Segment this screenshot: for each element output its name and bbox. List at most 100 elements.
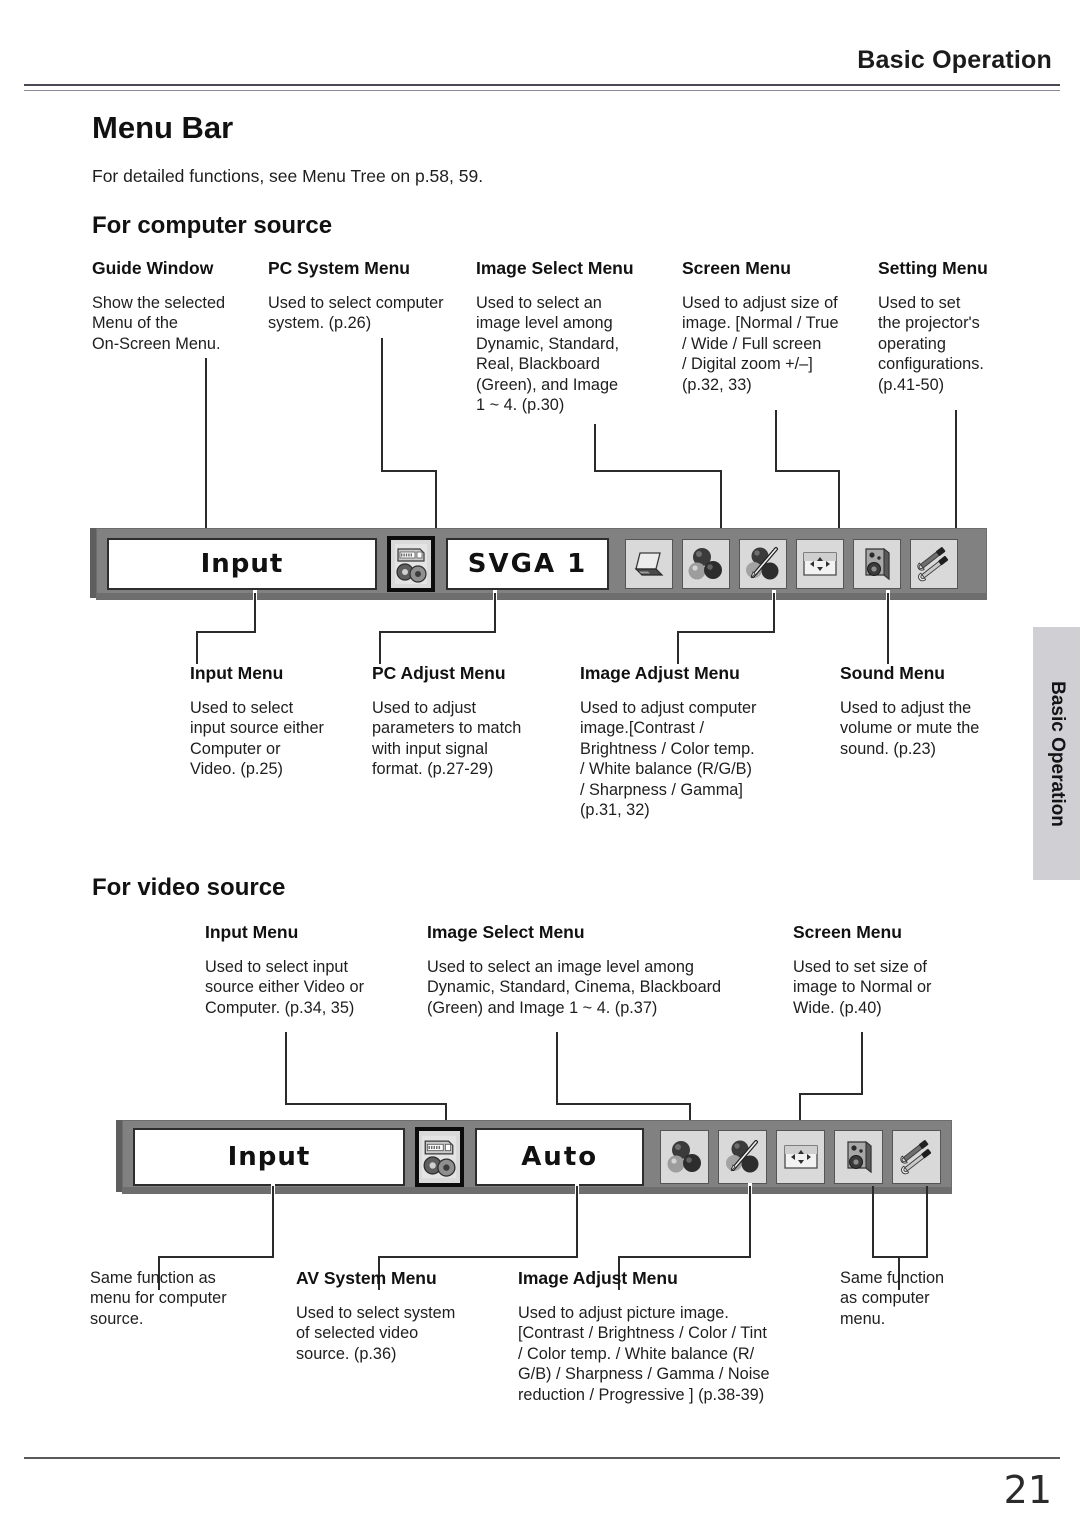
leader-sound — [887, 593, 889, 664]
callout-title: Sound Menu — [840, 663, 945, 683]
callout-title: Screen Menu — [793, 922, 902, 942]
leader-video-input-a — [285, 1032, 287, 1105]
callout-body: Same function as computer menu. — [840, 1269, 945, 1328]
leader-screen-b — [775, 470, 840, 472]
leader-pc-adjust-b — [379, 631, 496, 633]
intro-text: For detailed functions, see Menu Tree on… — [92, 166, 484, 186]
callout-title: Screen Menu — [682, 258, 791, 278]
callout-title: PC System Menu — [268, 258, 410, 278]
leader-video-same-right-a — [872, 1186, 874, 1258]
callout-video-input-menu: Input Menu Used to select input source e… — [205, 922, 395, 1018]
callout-video-same-function-left: Same function as menu for computer sourc… — [90, 1268, 265, 1329]
menubar-video[interactable]: Input Auto — [122, 1120, 952, 1194]
footer-rule — [24, 1457, 1060, 1459]
callout-body: Used to select an image level among Dyna… — [476, 294, 619, 415]
header-rule — [24, 84, 1060, 91]
pc-system-icon[interactable] — [387, 536, 435, 592]
side-tab-label: Basic Operation — [1046, 680, 1068, 827]
callout-body: Used to select input source either Video… — [205, 958, 364, 1017]
callout-video-screen-menu: Screen Menu Used to set size of image to… — [793, 922, 973, 1018]
manual-page: Basic Operation Menu Bar For detailed fu… — [0, 0, 1080, 1532]
callout-guide-window: Guide Window Show the selected Menu of t… — [92, 258, 260, 354]
page-number: 21 — [1003, 1468, 1052, 1512]
screen-icon[interactable] — [796, 539, 844, 589]
setting-icon[interactable] — [892, 1130, 941, 1184]
leader-pc-system-a — [381, 338, 383, 471]
leader-pc-system-c — [435, 470, 437, 532]
callout-video-same-function-right: Same function as computer menu. — [840, 1268, 990, 1329]
pc-adjust-icon[interactable] — [625, 539, 673, 589]
leader-video-input-b — [285, 1103, 447, 1105]
callout-title: Image Adjust Menu — [518, 1268, 678, 1288]
callout-body: Used to adjust the volume or mute the so… — [840, 699, 980, 758]
callout-body: Used to select computer system. (p.26) — [268, 294, 444, 333]
callout-body: Used to set size of image to Normal or W… — [793, 958, 932, 1017]
callout-title: Image Select Menu — [427, 922, 585, 942]
guide-window-box[interactable]: Input — [107, 538, 377, 590]
callout-pc-adjust-menu: PC Adjust Menu Used to adjust parameters… — [372, 663, 568, 780]
leader-video-image-adjust-a — [749, 1186, 751, 1258]
image-adjust-icon[interactable] — [718, 1130, 768, 1184]
leader-image-select-b — [594, 470, 722, 472]
leader-guide-window — [205, 358, 207, 531]
leader-video-image-select-a — [556, 1032, 558, 1105]
callout-body: Used to adjust computer image.[Contrast … — [580, 699, 757, 820]
callout-video-image-adjust-menu: Image Adjust Menu Used to adjust picture… — [518, 1268, 818, 1405]
image-select-icon[interactable] — [682, 539, 730, 589]
callout-body: Used to select an image level among Dyna… — [427, 958, 722, 1017]
callout-body: Used to select input source either Compu… — [190, 699, 324, 779]
sound-icon[interactable] — [834, 1130, 884, 1184]
callout-body: Used to adjust picture image. [Contrast … — [518, 1304, 770, 1404]
page-title: Menu Bar — [92, 110, 234, 145]
callout-image-select-menu: Image Select Menu Used to select an imag… — [476, 258, 672, 415]
callout-title: PC Adjust Menu — [372, 663, 506, 683]
leader-screen-a — [775, 410, 777, 471]
section-heading-computer: For computer source — [92, 212, 333, 239]
image-adjust-icon[interactable] — [739, 539, 787, 589]
screen-icon[interactable] — [776, 1130, 826, 1184]
leader-image-adjust-a — [773, 593, 775, 633]
menubar-computer[interactable]: Input SVGA 1 — [96, 528, 987, 600]
chapter-header: Basic Operation — [857, 46, 1052, 74]
leader-video-screen-a — [861, 1032, 863, 1095]
callout-image-adjust-menu: Image Adjust Menu Used to adjust compute… — [580, 663, 818, 820]
side-tab-basic-operation: Basic Operation — [1033, 627, 1080, 880]
image-select-icon[interactable] — [660, 1130, 710, 1184]
guide-window-box[interactable]: Input — [133, 1128, 405, 1186]
sound-icon[interactable] — [853, 539, 901, 589]
callout-screen-menu: Screen Menu Used to adjust size of image… — [682, 258, 872, 395]
setting-icon[interactable] — [910, 539, 958, 589]
callout-title: Setting Menu — [878, 258, 988, 278]
callout-body: Used to select system of selected video … — [296, 1304, 456, 1363]
callout-title: Image Select Menu — [476, 258, 634, 278]
leader-video-same-left-a — [272, 1186, 274, 1258]
leader-video-same-right-b — [926, 1186, 928, 1258]
leader-pc-system-b — [381, 470, 437, 472]
callout-pc-system-menu: PC System Menu Used to select computer s… — [268, 258, 470, 334]
system-display-box[interactable]: SVGA 1 — [446, 538, 609, 590]
callout-sound-menu: Sound Menu Used to adjust the volume or … — [840, 663, 1020, 759]
leader-input-c — [196, 631, 198, 664]
leader-input-a — [254, 593, 256, 633]
leader-screen-c — [838, 470, 840, 532]
leader-av-system-a — [576, 1186, 578, 1258]
callout-title: Input Menu — [205, 922, 299, 942]
leader-image-adjust-b — [677, 631, 775, 633]
av-system-icon[interactable] — [414, 1127, 465, 1187]
leader-video-screen-b — [799, 1093, 863, 1095]
callout-body: Used to adjust parameters to match with … — [372, 699, 522, 779]
leader-video-image-select-b — [556, 1103, 691, 1105]
callout-input-menu: Input Menu Used to select input source e… — [190, 663, 360, 780]
callout-body: Used to set the projector's operating co… — [878, 294, 984, 394]
callout-body: Same function as menu for computer sourc… — [90, 1269, 227, 1328]
leader-image-adjust-c — [677, 631, 679, 664]
callout-title: Image Adjust Menu — [580, 663, 740, 683]
leader-video-image-adjust-b — [618, 1256, 751, 1258]
leader-video-same-right-c — [872, 1256, 928, 1258]
callout-title: Input Menu — [190, 663, 284, 683]
leader-av-system-b — [378, 1256, 578, 1258]
callout-video-image-select-menu: Image Select Menu Used to select an imag… — [427, 922, 777, 1018]
leader-setting — [955, 410, 957, 532]
system-display-box[interactable]: Auto — [475, 1128, 645, 1186]
callout-setting-menu: Setting Menu Used to set the projector's… — [878, 258, 1038, 395]
